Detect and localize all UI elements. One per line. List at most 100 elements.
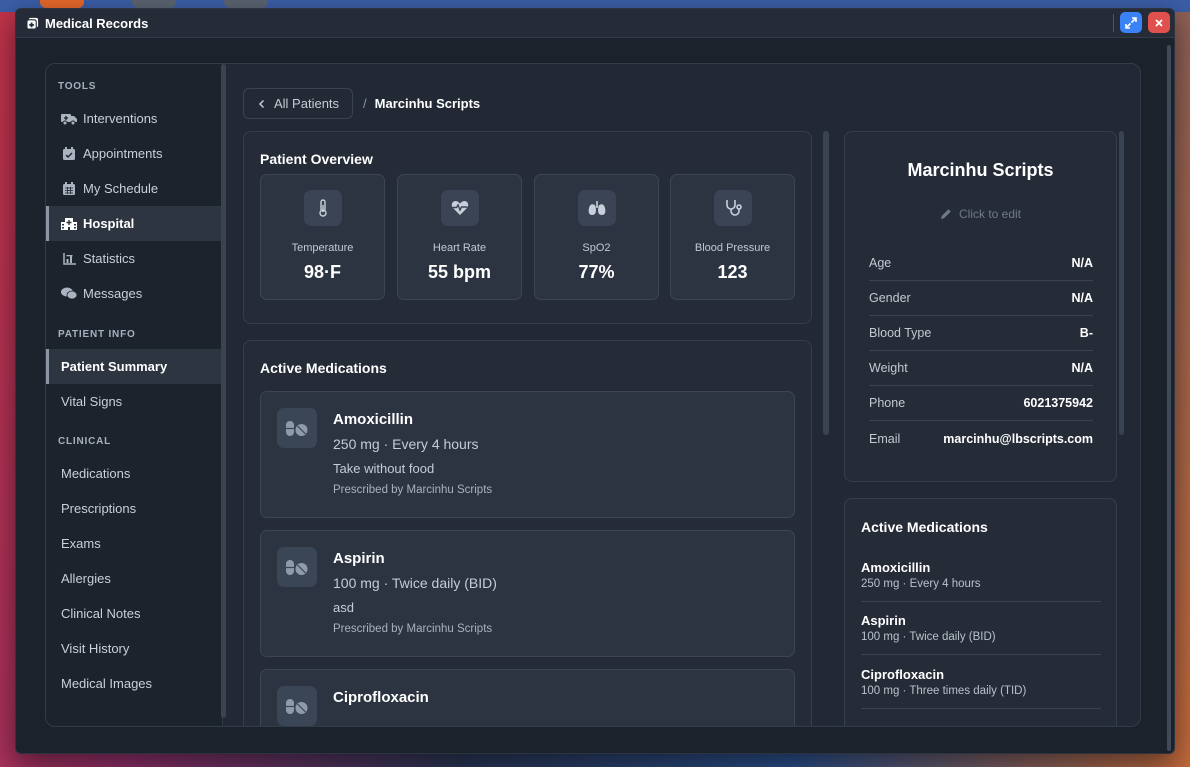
sidebar-item-label: Prescriptions [61,501,137,516]
sidebar-item-vital-signs[interactable]: Vital Signs [46,384,221,419]
sidebar-item-label: Patient Summary [61,359,168,374]
medication-item[interactable]: Amoxicillin 250 mg · Every 4 hours Take … [260,391,795,518]
info-key: Email [869,431,901,446]
vital-value: 98·F [303,262,341,282]
sidebar-item-label: Hospital [83,216,135,231]
taskbar-app-icon[interactable] [40,0,84,8]
summary-medication-detail: 100 mg · Three times daily (TID) [861,685,1027,697]
info-row-phone: Phone 6021375942 [869,386,1093,421]
summary-medications-card: Active Medications Amoxicillin 250 mg · … [844,498,1117,726]
medication-prescriber: Prescribed by Marcinhu Scripts [333,623,493,635]
stethoscope-icon [713,190,752,226]
sidebar-item-hospital[interactable]: Hospital [46,206,221,241]
title-bar[interactable]: Medical Records [16,9,1174,38]
calendar-icon [61,182,77,196]
taskbar-app-icon[interactable] [224,0,268,8]
pills-icon [277,547,317,587]
info-row-email: Email marcinhu@lbscripts.com [869,421,1093,456]
sidebar-item-allergies[interactable]: Allergies [46,561,221,596]
summary-medication-item[interactable]: Ciprofloxacin 100 mg · Three times daily… [861,667,1101,697]
sidebar-item-label: Medical Images [61,676,153,691]
sidebar-item-prescriptions[interactable]: Prescriptions [46,491,221,526]
sidebar: TOOLS Interventions Appointments My Sche… [46,64,223,726]
edit-name-button[interactable]: Click to edit [845,207,1116,221]
card-title: Active Medications [260,360,387,376]
maximize-button[interactable] [1120,12,1142,33]
info-value: N/A [1071,361,1093,375]
vital-value: 77% [578,262,615,282]
thermometer-icon [303,190,342,226]
medication-prescriber: Prescribed by Marcinhu Scripts [333,484,493,496]
summary-medication-item[interactable]: Amoxicillin 250 mg · Every 4 hours [861,560,1101,590]
close-button[interactable] [1148,12,1170,33]
sidebar-item-label: Allergies [61,571,111,586]
sidebar-item-label: Interventions [83,111,158,126]
chevron-left-icon [258,99,265,108]
pills-icon [277,686,317,726]
vital-spo2: SpO2 77% [534,174,659,300]
info-value: N/A [1071,256,1093,270]
info-value: marcinhu@lbscripts.com [943,431,1093,446]
info-value: 6021375942 [1023,396,1093,410]
section-title-clinical: CLINICAL [58,436,112,447]
sidebar-item-visit-history[interactable]: Visit History [46,631,221,666]
records-icon [26,17,39,30]
all-patients-button[interactable]: All Patients [243,88,354,119]
info-key: Weight [869,361,908,375]
main-scrollbar[interactable] [823,131,829,435]
medication-instructions: asd [333,600,354,615]
medication-name: Amoxicillin [333,411,414,428]
medication-instructions: Take without food [333,461,435,476]
medication-item[interactable]: Ciprofloxacin [260,669,795,726]
divider [861,654,1101,655]
info-row-weight: Weight N/A [869,351,1093,386]
patient-name: Marcinhu Scripts [907,160,1054,180]
sidebar-item-interventions[interactable]: Interventions [46,101,221,136]
info-key: Blood Type [869,326,932,340]
heart-pulse-icon [440,190,479,226]
sidebar-scrollbar[interactable] [221,64,226,718]
info-key: Age [869,256,892,270]
sidebar-item-medications[interactable]: Medications [46,456,221,491]
breadcrumb-separator: / [363,96,367,111]
sidebar-item-label: My Schedule [83,181,159,196]
sidebar-item-medical-images[interactable]: Medical Images [46,666,221,701]
content-panel: TOOLS Interventions Appointments My Sche… [45,63,1141,727]
sidebar-item-label: Appointments [83,146,163,161]
sidebar-item-appointments[interactable]: Appointments [46,136,221,171]
section-title-tools: TOOLS [58,81,97,92]
window-scrollbar[interactable] [1167,45,1171,751]
summary-medication-name: Amoxicillin [861,560,931,575]
pencil-icon [940,209,951,219]
patient-overview-card: Patient Overview Temperature 98·F Heart … [243,131,812,324]
info-row-gender: Gender N/A [869,281,1093,316]
section-title-patient-info: PATIENT INFO [58,329,136,340]
sidebar-item-my-schedule[interactable]: My Schedule [46,171,221,206]
vital-label: Heart Rate [432,242,487,254]
sidebar-item-messages[interactable]: Messages [46,276,221,311]
vital-label: Blood Pressure [694,242,771,254]
info-row-blood-type: Blood Type B- [869,316,1093,351]
vital-label: SpO2 [582,242,611,254]
chart-icon [61,252,77,266]
summary-medication-detail: 100 mg · Twice daily (BID) [861,631,996,643]
sidebar-item-clinical-notes[interactable]: Clinical Notes [46,596,221,631]
all-patients-label: All Patients [274,96,340,111]
medication-item[interactable]: Aspirin 100 mg · Twice daily (BID) asd P… [260,530,795,657]
taskbar-app-icon[interactable] [132,0,176,8]
summary-medication-item[interactable]: Aspirin 100 mg · Twice daily (BID) [861,613,1101,643]
vital-value: 123 [717,262,748,282]
expand-icon [1125,16,1137,29]
medical-records-window: Medical Records TOOLS Interventions Appo… [15,8,1175,754]
window-title: Medical Records [45,15,149,31]
sidebar-item-label: Vital Signs [61,394,123,409]
sidebar-item-statistics[interactable]: Statistics [46,241,221,276]
side-scrollbar[interactable] [1119,131,1124,435]
chat-icon [61,287,77,301]
sidebar-item-patient-summary[interactable]: Patient Summary [46,349,221,384]
summary-medication-name: Ciprofloxacin [861,667,945,682]
vital-label: Temperature [291,242,354,254]
breadcrumb-current: Marcinhu Scripts [374,96,481,111]
divider [861,708,1101,709]
sidebar-item-exams[interactable]: Exams [46,526,221,561]
